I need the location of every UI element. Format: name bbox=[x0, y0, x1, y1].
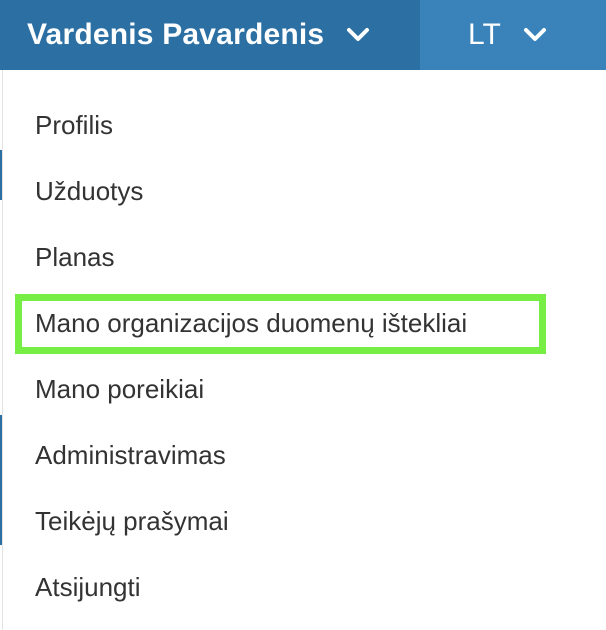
user-menu-toggle[interactable]: Vardenis Pavardenis bbox=[0, 0, 420, 70]
language-selector[interactable]: LT bbox=[420, 0, 606, 70]
menu-item-planas[interactable]: Planas bbox=[3, 224, 606, 290]
menu-item-atsijungti[interactable]: Atsijungti bbox=[3, 554, 606, 620]
menu-list: Profilis Užduotys Planas Mano organizaci… bbox=[3, 92, 606, 620]
top-navigation-bar: Vardenis Pavardenis LT bbox=[0, 0, 606, 70]
menu-item-label: Planas bbox=[35, 241, 115, 272]
menu-item-label: Administravimas bbox=[35, 439, 226, 470]
user-dropdown-menu: Profilis Užduotys Planas Mano organizaci… bbox=[2, 70, 606, 630]
menu-item-profilis[interactable]: Profilis bbox=[3, 92, 606, 158]
menu-item-organization-data-resources[interactable]: Mano organizacijos duomenų ištekliai bbox=[3, 290, 606, 356]
chevron-down-icon bbox=[523, 27, 547, 43]
menu-item-label: Atsijungti bbox=[35, 571, 141, 602]
menu-item-label: Profilis bbox=[35, 109, 114, 140]
menu-item-label: Teikėjų prašymai bbox=[35, 505, 229, 536]
menu-item-label: Mano organizacijos duomenų ištekliai bbox=[35, 307, 468, 338]
menu-item-administravimas[interactable]: Administravimas bbox=[3, 422, 606, 488]
menu-item-label: Mano poreikiai bbox=[35, 373, 205, 404]
menu-item-mano-poreikiai[interactable]: Mano poreikiai bbox=[3, 356, 606, 422]
menu-item-uzduotys[interactable]: Užduotys bbox=[3, 158, 606, 224]
menu-item-teikeju-prasymai[interactable]: Teikėjų prašymai bbox=[3, 488, 606, 554]
menu-item-label: Užduotys bbox=[35, 175, 144, 206]
language-label: LT bbox=[468, 18, 501, 51]
chevron-down-icon bbox=[346, 27, 370, 43]
user-name: Vardenis Pavardenis bbox=[27, 18, 325, 51]
